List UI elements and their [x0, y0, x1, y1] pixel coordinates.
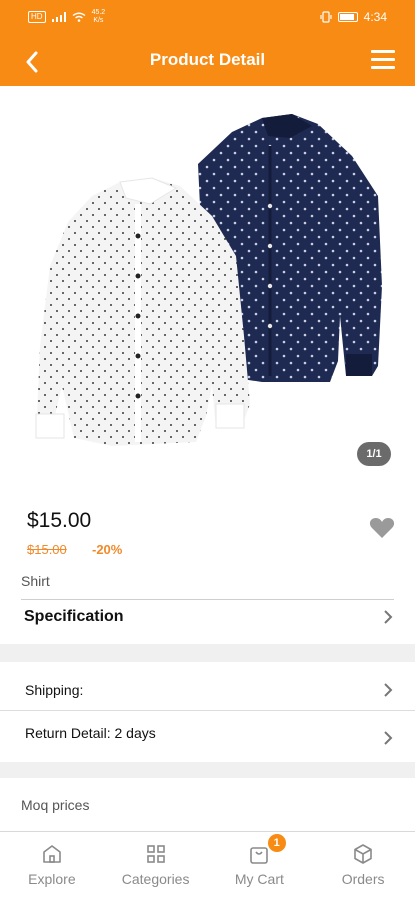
bottom-nav: Explore Categories 1 My Cart Orders — [0, 831, 415, 900]
signal-icon — [51, 12, 66, 22]
vibrate-icon — [320, 11, 332, 23]
hamburger-line — [371, 66, 395, 69]
cart-count-badge: 1 — [267, 834, 286, 852]
app-bar: Product Detail — [0, 36, 415, 86]
nav-orders-label: Orders — [341, 871, 385, 887]
page-title: Product Detail — [149, 50, 266, 69]
nav-categories[interactable]: Categories — [104, 832, 208, 900]
nav-explore-label: Explore — [28, 871, 76, 887]
wifi-icon — [72, 12, 85, 22]
hamburger-menu-icon — [371, 50, 395, 53]
header: HD 45.2 K/s 4:34 Product Detail — [0, 0, 415, 86]
battery-icon — [337, 12, 358, 22]
discount-badge: -20% — [92, 542, 123, 557]
hamburger-line — [371, 58, 395, 61]
moq-prices-label: Moq prices — [21, 797, 90, 813]
section-gap — [0, 644, 415, 662]
status-time: 4:34 — [363, 10, 387, 24]
nav-my-cart[interactable]: 1 My Cart — [208, 832, 312, 900]
specification-row[interactable]: Specification — [0, 600, 415, 634]
shipping-row[interactable]: Shipping: — [0, 670, 415, 710]
product-gallery[interactable]: 1/1 — [0, 86, 415, 488]
image-counter-badge: 1/1 — [357, 442, 391, 466]
network-speed: 45.2 K/s — [91, 9, 106, 24]
chevron-right-icon — [384, 731, 393, 745]
grid-icon — [146, 845, 165, 863]
original-price: $15.00 — [27, 542, 67, 557]
status-bar-left: HD 45.2 K/s — [28, 9, 105, 25]
hd-badge: HD — [28, 11, 46, 23]
box-icon — [354, 844, 372, 864]
return-detail-label: Return Detail: 2 days — [25, 725, 156, 741]
home-icon — [43, 845, 61, 863]
status-bar-right: 4:34 — [320, 10, 387, 24]
menu-button[interactable] — [371, 50, 397, 72]
chevron-right-icon — [384, 683, 393, 697]
chevron-right-icon — [384, 610, 393, 624]
nav-explore[interactable]: Explore — [0, 832, 104, 900]
nav-orders[interactable]: Orders — [311, 832, 415, 900]
product-image — [35, 114, 382, 446]
heart-icon — [369, 518, 395, 538]
shipping-label: Shipping: — [25, 682, 84, 698]
return-detail-row[interactable]: Return Detail: 2 days — [0, 711, 415, 759]
product-name: Shirt — [21, 573, 50, 589]
wishlist-button[interactable] — [369, 516, 395, 540]
current-price: $15.00 — [27, 509, 92, 532]
section-gap — [0, 762, 415, 778]
nav-my-cart-label: My Cart — [234, 871, 284, 887]
nav-categories-label: Categories — [121, 871, 190, 887]
specification-label: Specification — [24, 608, 124, 625]
status-bar: HD 45.2 K/s 4:34 — [0, 0, 415, 36]
